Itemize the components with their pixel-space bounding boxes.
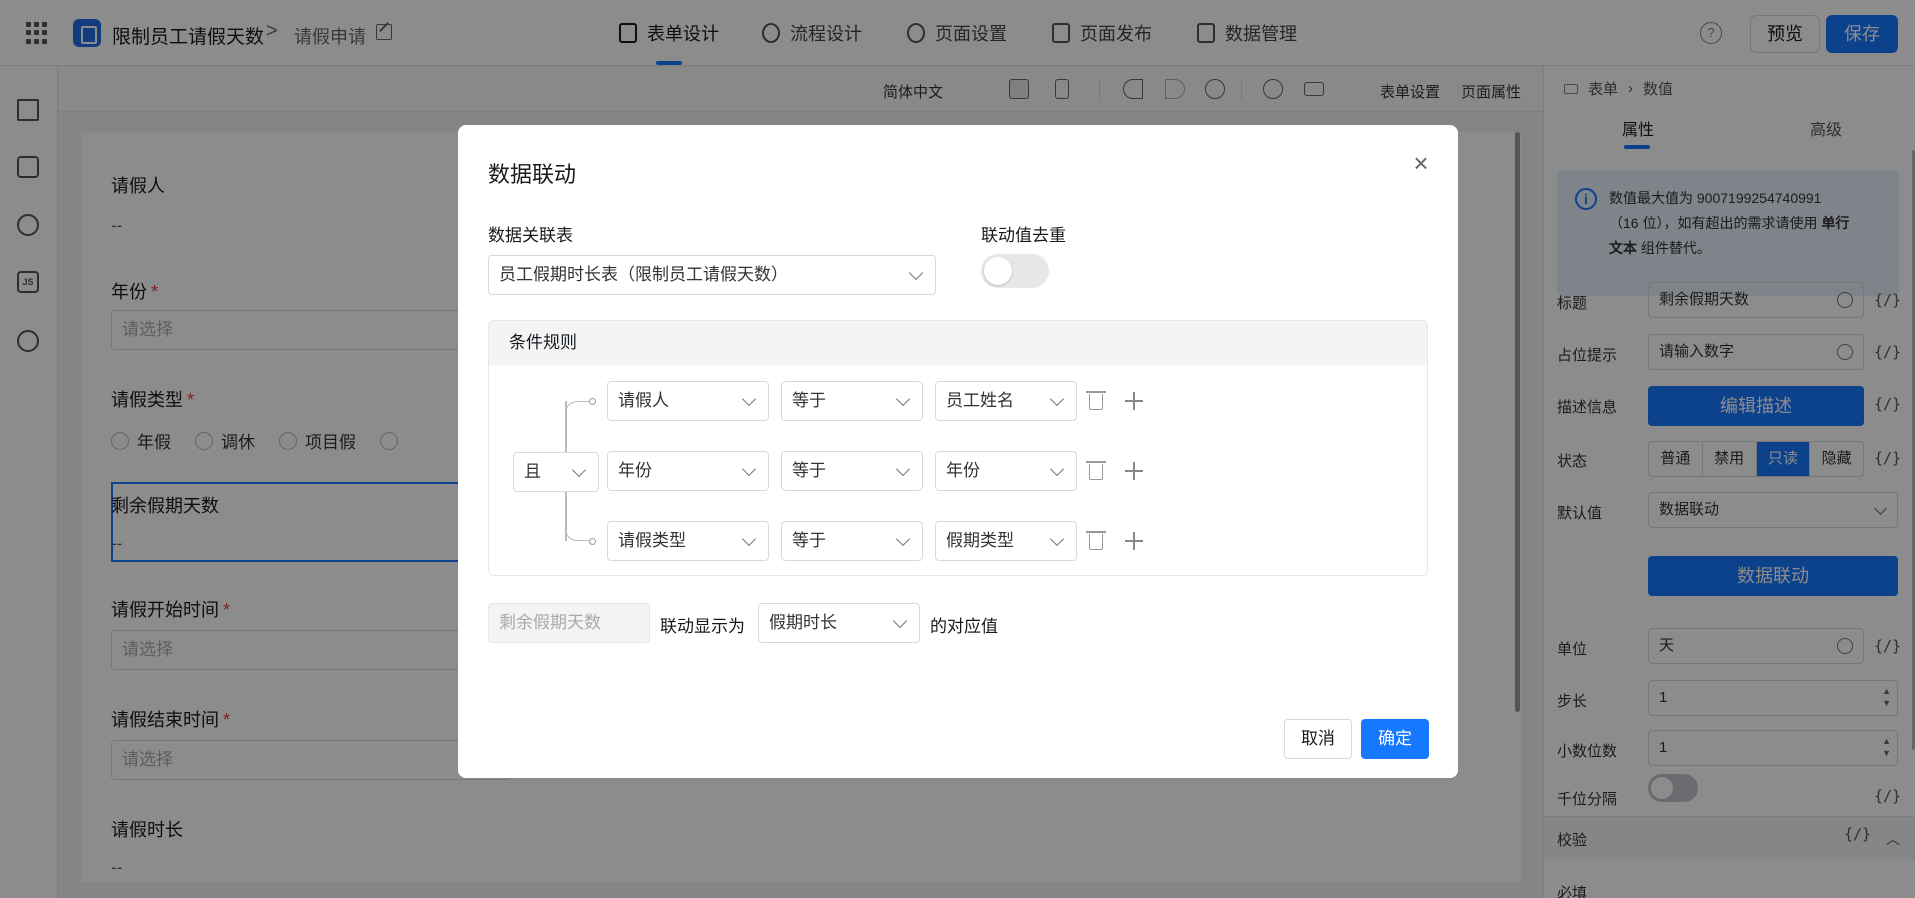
confirm-button[interactable]: 确定 (1361, 719, 1429, 759)
rule-tree-node (589, 398, 596, 405)
chevron-down-icon (741, 531, 757, 547)
chevron-down-icon (571, 462, 587, 478)
rule-operator-select[interactable]: 等于 (781, 521, 923, 561)
rule-tree-line (565, 401, 591, 421)
rule-tree-line (565, 521, 591, 541)
trash-icon[interactable] (1086, 391, 1106, 410)
chevron-down-icon (895, 531, 911, 547)
dedupe-label: 联动值去重 (981, 226, 1066, 245)
chevron-down-icon (908, 265, 924, 281)
plus-icon[interactable] (1125, 532, 1143, 550)
dedupe-toggle[interactable] (981, 254, 1049, 288)
corresponding-text: 的对应值 (930, 617, 998, 636)
display-as-text: 联动显示为 (660, 617, 745, 636)
display-field-readonly: 剩余假期天数 (488, 603, 650, 643)
condition-rules-box: 条件规则 且 请假人 等于 员工姓名 年份 等于 年份 请假类型 等于 假期类型 (488, 320, 1428, 576)
chevron-down-icon (1049, 531, 1065, 547)
rule-target-select[interactable]: 年份 (935, 451, 1077, 491)
logic-select[interactable]: 且 (513, 452, 599, 492)
related-table-label: 数据关联表 (488, 226, 573, 245)
condition-rules-header: 条件规则 (489, 321, 1427, 365)
rule-field-select[interactable]: 年份 (607, 451, 769, 491)
cancel-button[interactable]: 取消 (1284, 719, 1352, 759)
chevron-down-icon (895, 461, 911, 477)
chevron-down-icon (1049, 391, 1065, 407)
trash-icon[interactable] (1086, 531, 1106, 550)
close-icon[interactable]: × (1408, 150, 1434, 177)
chevron-down-icon (741, 391, 757, 407)
related-table-select[interactable]: 员工假期时长表（限制员工请假天数） (488, 255, 936, 295)
plus-icon[interactable] (1125, 462, 1143, 480)
chevron-down-icon (1049, 461, 1065, 477)
trash-icon[interactable] (1086, 461, 1106, 480)
chevron-down-icon (892, 613, 908, 629)
display-value-select[interactable]: 假期时长 (758, 603, 920, 643)
dialog-title: 数据联动 (488, 162, 577, 187)
plus-icon[interactable] (1125, 392, 1143, 410)
rule-target-select[interactable]: 假期类型 (935, 521, 1077, 561)
rule-operator-select[interactable]: 等于 (781, 451, 923, 491)
rule-operator-select[interactable]: 等于 (781, 381, 923, 421)
rule-field-select[interactable]: 请假类型 (607, 521, 769, 561)
data-linkage-dialog: 数据联动 × 数据关联表 员工假期时长表（限制员工请假天数） 联动值去重 条件规… (458, 125, 1458, 778)
rule-tree-node (589, 538, 596, 545)
rule-target-select[interactable]: 员工姓名 (935, 381, 1077, 421)
chevron-down-icon (895, 391, 911, 407)
rule-field-select[interactable]: 请假人 (607, 381, 769, 421)
chevron-down-icon (741, 461, 757, 477)
